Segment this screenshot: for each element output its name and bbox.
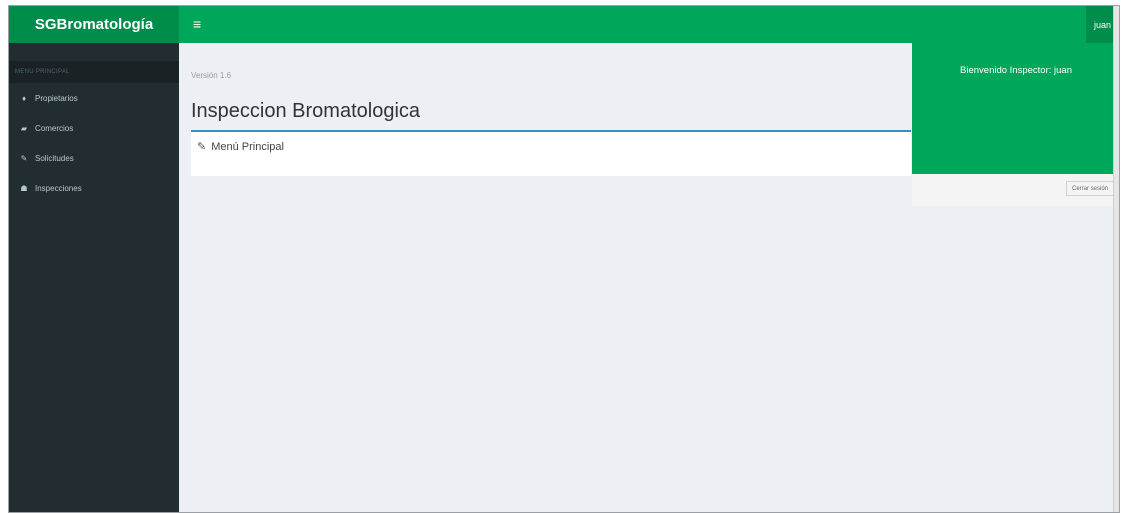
- welcome-text: Bienvenido Inspector: juan: [960, 65, 1072, 76]
- menu-toggle-icon[interactable]: ≡: [193, 17, 207, 31]
- box-title: ✎ Menú Principal: [197, 140, 284, 154]
- user-dropdown: Bienvenido Inspector: juan Cerrar sesión: [912, 43, 1119, 206]
- app-logo[interactable]: SGBromatología: [9, 6, 179, 43]
- main-content: Versión 1.6 Inspeccion Bromatologica ✎ M…: [179, 43, 911, 512]
- sidebar-item-inspecciones[interactable]: ☗ Inspecciones: [9, 173, 179, 203]
- edit-icon: ✎: [20, 153, 28, 163]
- sidebar-item-solicitudes[interactable]: ✎ Solicitudes: [9, 143, 179, 173]
- sidebar-item-label: Comercios: [35, 123, 74, 133]
- page-title: Inspeccion Bromatologica: [191, 100, 421, 122]
- sidebar-header: MENU PRINCIPAL: [9, 61, 179, 83]
- sidebar-item-comercios[interactable]: ▰ Comercios: [9, 113, 179, 143]
- sidebar-item-label: Inspecciones: [35, 183, 82, 193]
- sidebar: MENU PRINCIPAL ♦ Propietarios ▰ Comercio…: [9, 43, 179, 512]
- version-label: Versión 1.6: [191, 71, 232, 80]
- scrollbar[interactable]: [1113, 6, 1119, 512]
- users-icon: ☗: [20, 183, 28, 193]
- app-window: SGBromatología ≡ juan MENU PRINCIPAL ♦ P…: [8, 5, 1120, 513]
- logout-button[interactable]: Cerrar sesión: [1065, 181, 1114, 196]
- sidebar-item-propietarios[interactable]: ♦ Propietarios: [9, 83, 179, 113]
- top-navbar: SGBromatología ≡ juan: [9, 6, 1119, 43]
- sidebar-item-label: Solicitudes: [35, 153, 74, 163]
- user-icon: ♦: [21, 93, 27, 103]
- box-title-label: Menú Principal: [211, 140, 284, 153]
- user-footer: Cerrar sesión: [912, 174, 1119, 206]
- book-icon: ▰: [20, 123, 28, 133]
- sidebar-item-label: Propietarios: [35, 93, 78, 103]
- edit-icon: ✎: [197, 141, 207, 153]
- main-menu-box: ✎ Menú Principal: [191, 130, 911, 176]
- user-header: Bienvenido Inspector: juan: [912, 43, 1119, 174]
